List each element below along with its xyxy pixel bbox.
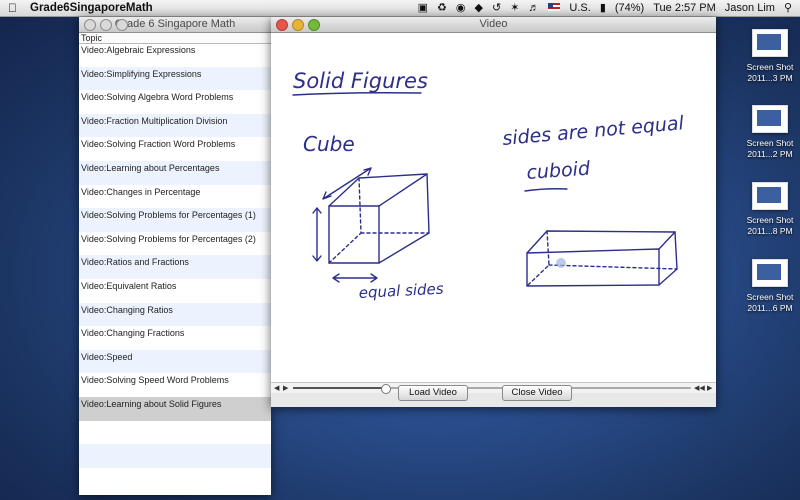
cuboid-label: cuboid xyxy=(526,158,592,184)
topic-row[interactable]: Video:Ratios and Fractions xyxy=(79,255,271,279)
topic-row[interactable]: Video:Changing Ratios xyxy=(79,302,271,327)
topic-row[interactable]: Video:Simplifying Expressions xyxy=(79,66,271,91)
screenshot-file-icon xyxy=(752,259,788,287)
topic-row[interactable]: Video:Changing Fractions xyxy=(79,326,271,350)
topic-row[interactable]: Video:Solving Speed Word Problems xyxy=(79,373,271,397)
step-back-icon[interactable]: ◀◀ xyxy=(694,384,705,392)
minimize-button[interactable] xyxy=(100,19,112,31)
video-window: Video Solid Figures Cube equal sides sid xyxy=(271,17,716,407)
topic-window-titlebar[interactable]: Grade 6 Singapore Math xyxy=(79,17,271,33)
cuboid-underline xyxy=(524,188,568,192)
cube-sketch xyxy=(312,167,430,283)
cuboid-sketch xyxy=(526,230,678,287)
playback-controls: ◀ ▶ ◀◀ ▶ xyxy=(271,382,716,394)
empty-row xyxy=(79,421,271,445)
topic-row[interactable]: Video:Solving Problems for Percentages (… xyxy=(79,232,271,256)
screenshot-file-icon xyxy=(752,105,788,133)
user-name[interactable]: Jason Lim xyxy=(725,0,775,16)
close-button[interactable] xyxy=(276,19,288,31)
button-bar: Load Video Close Video xyxy=(271,385,716,407)
topic-row[interactable]: Video:Learning about Percentages xyxy=(79,160,271,185)
empty-row xyxy=(79,444,271,468)
timemachine-icon[interactable]: ↺ xyxy=(492,0,501,16)
video-window-title: Video xyxy=(479,18,508,30)
volume-small-icon[interactable]: ◉ xyxy=(456,0,466,16)
desktop-icon-screenshot-2[interactable]: Screen Shot 2011...2 PM xyxy=(740,105,800,160)
seek-bar-played xyxy=(293,387,385,389)
screenshot-file-icon xyxy=(752,29,788,57)
zoom-button[interactable] xyxy=(116,19,128,31)
status-tray: ▣ ♻ ◉ ◆ ↺ ✶ ♬ U.S. ▮ (74%) Tue 2:57 PM J… xyxy=(418,0,792,16)
volume-icon[interactable]: ◀ xyxy=(274,384,279,392)
menu-bar:  Grade6SingaporeMath ▣ ♻ ◉ ◆ ↺ ✶ ♬ U.S.… xyxy=(0,0,800,17)
app-menu-name[interactable]: Grade6SingaporeMath xyxy=(30,0,153,16)
load-video-button[interactable]: Load Video xyxy=(398,385,468,401)
zoom-button[interactable] xyxy=(308,19,320,31)
minimize-button[interactable] xyxy=(292,19,304,31)
topic-row[interactable]: Video:Learning about Solid Figures xyxy=(79,396,271,421)
topic-window: Grade 6 Singapore Math Topic Video:Algeb… xyxy=(79,17,271,495)
screen-icon[interactable]: ▣ xyxy=(418,0,428,16)
close-video-button[interactable]: Close Video xyxy=(502,385,572,401)
play-button[interactable]: ▶ xyxy=(283,384,288,392)
desktop-icon-screenshot-4[interactable]: Screen Shot 2011...6 PM xyxy=(740,259,800,314)
close-button[interactable] xyxy=(84,19,96,31)
whiteboard-heading: Solid Figures xyxy=(293,69,428,93)
topic-window-title: Grade 6 Singapore Math xyxy=(114,18,236,30)
desktop-icon-screenshot-3[interactable]: Screen Shot 2011...8 PM xyxy=(740,182,800,237)
heading-underline xyxy=(292,92,422,96)
seek-bar[interactable] xyxy=(293,384,691,394)
cube-note: equal sides xyxy=(358,280,444,302)
step-forward-icon[interactable]: ▶ xyxy=(707,384,712,392)
topic-row[interactable]: Video:Solving Problems for Percentages (… xyxy=(79,208,271,232)
topic-row[interactable]: Video:Equivalent Ratios xyxy=(79,279,271,303)
video-window-titlebar[interactable]: Video xyxy=(271,17,716,33)
topic-list: Video:Algebraic Expressions Video:Simplif… xyxy=(79,43,271,495)
topic-row[interactable]: Video:Speed xyxy=(79,349,271,374)
topic-row[interactable]: Video:Fraction Multiplication Division xyxy=(79,113,271,138)
battery-icon[interactable]: ▮ xyxy=(600,0,606,16)
cube-label: Cube xyxy=(303,132,355,156)
spotlight-icon[interactable]: ⚲ xyxy=(784,0,792,16)
whiteboard-drawing: Solid Figures Cube equal sides sides are… xyxy=(292,69,686,302)
clock[interactable]: Tue 2:57 PM xyxy=(653,0,716,16)
desktop-icon-screenshot-1[interactable]: Screen Shot 2011...3 PM xyxy=(740,29,800,84)
topic-row[interactable]: Video:Changes in Percentage xyxy=(79,185,271,209)
screenshot-file-icon xyxy=(752,182,788,210)
wifi-icon[interactable]: ◆ xyxy=(475,0,483,16)
battery-percent[interactable]: (74%) xyxy=(615,0,644,16)
topic-row[interactable]: Video:Solving Algebra Word Problems xyxy=(79,90,271,114)
cuboid-note: sides are not equal xyxy=(502,112,686,150)
us-flag-icon[interactable] xyxy=(548,0,561,16)
video-frame[interactable]: Solid Figures Cube equal sides sides are… xyxy=(271,33,716,382)
input-source-label[interactable]: U.S. xyxy=(569,0,590,16)
volume-icon[interactable]: ♬ xyxy=(528,0,539,16)
apple-menu-icon[interactable]:  xyxy=(8,0,17,16)
sync-icon[interactable]: ♻ xyxy=(437,0,447,16)
topic-row[interactable]: Video:Solving Fraction Word Problems xyxy=(79,137,271,161)
bluetooth-icon[interactable]: ✶ xyxy=(510,0,519,16)
topic-row[interactable]: Video:Algebraic Expressions xyxy=(79,43,271,67)
